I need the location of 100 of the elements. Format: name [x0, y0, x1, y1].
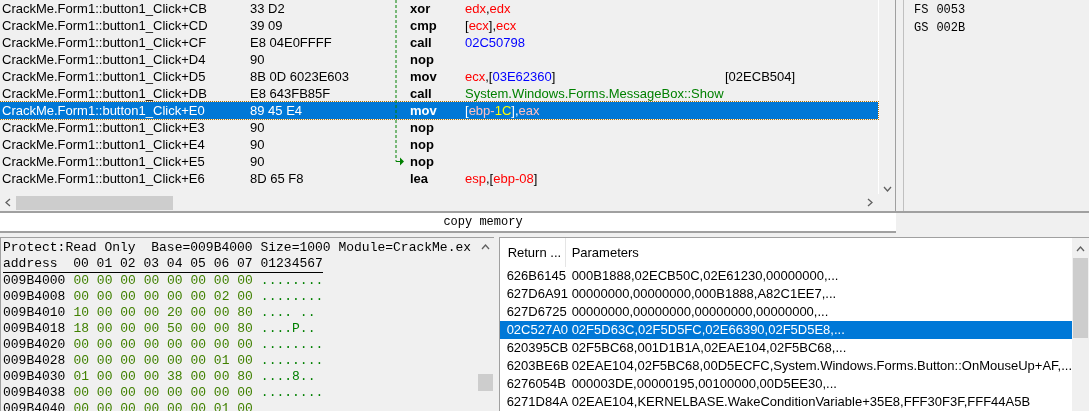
memory-ascii: ....8.. — [260, 369, 316, 385]
register-name: FS — [914, 2, 929, 19]
address-text: CrackMe.Form1::button1_Click+E5 — [1, 152, 206, 171]
memory-bytes: 00 00 00 00 00 00 02 00 — [73, 289, 253, 305]
mnemonic-text: nop — [410, 50, 435, 69]
chevron-right-icon[interactable] — [867, 198, 873, 207]
memory-bytes: 00 00 00 00 00 00 00 00 — [73, 337, 253, 353]
chevron-up-icon[interactable] — [480, 244, 490, 250]
address-text: CrackMe.Form1::button1_Click+D5 — [1, 67, 207, 86]
scrollbar-thumb[interactable] — [477, 374, 493, 391]
disassembly-row[interactable]: CrackMe.Form1::button1_Click+E5 90 nop — [0, 153, 878, 170]
mnemonic-text: mov — [410, 101, 438, 120]
memory-ascii: .... .. — [260, 305, 316, 321]
bytes-text: 33 D2 — [250, 0, 286, 18]
stack-row[interactable]: 6276054B 000003DE,00000195,00100000,00D5EE30,... — [499, 375, 1072, 393]
bytes-text: 90 — [250, 152, 266, 171]
register-value: 0053 — [936, 2, 966, 19]
return-address: 02C527A0 — [505, 321, 566, 340]
memory-bytes: 00 00 00 00 00 00 00 00 — [73, 273, 253, 289]
operands-text: [ebp-1C],eax — [465, 101, 541, 120]
memory-info: Protect:Read Only Base=009B4000 Size=1000 Module=CrackMe.ex — [3, 240, 473, 256]
memory-address: 009B4020 — [3, 337, 66, 353]
disassembly-row[interactable]: CrackMe.Form1::button1_Click+CB 33 D2 xor edx,edx — [0, 0, 878, 17]
memory-bytes: 10 00 00 00 20 00 00 80 — [73, 305, 253, 321]
stack-row[interactable]: 627D6A91 00000000,00000000,000B1888,A82C1EE7,... — [499, 285, 1072, 303]
operands-text: 02C50798 — [465, 33, 526, 52]
chevron-left-icon[interactable] — [5, 198, 11, 207]
address-text: CrackMe.Form1::button1_Click+E0 — [1, 101, 206, 120]
memory-ascii: ........ — [260, 385, 324, 401]
parameters-text: 00000000,00000000,000B1888,A82C1EE7,... — [570, 285, 837, 304]
address-text: CrackMe.Form1::button1_Click+E3 — [1, 118, 206, 137]
operands-text: edx,edx — [465, 0, 512, 18]
return-address: 6276054B — [505, 375, 566, 394]
memory-ascii: ........ — [260, 337, 324, 353]
disassembly-row[interactable]: CrackMe.Form1::button1_Click+E4 90 nop — [0, 136, 878, 153]
stack-row[interactable]: 6271D84A 02EAE104,KERNELBASE.WakeConditionVariable+35E8,FFF30F3F,FFF44A5B — [499, 393, 1072, 411]
scrollbar-thumb[interactable] — [1073, 258, 1088, 338]
memory-address: 009B4008 — [3, 289, 66, 305]
memory-ascii: ........ — [260, 289, 324, 305]
stack-row[interactable]: 6203BE6B 02EAE104,02F5BC68,00D5ECFC,System.Windows.Forms.Button::OnMouseUp+AF,... — [499, 357, 1072, 375]
memory-bytes: 01 00 00 00 38 00 00 80 — [73, 369, 253, 385]
stack-row[interactable]: 626B6145 000B1888,02ECB50C,02E61230,00000000,... — [499, 267, 1072, 285]
memory-ascii: ........ — [260, 353, 324, 369]
bytes-text: E8 643FB85F — [250, 84, 332, 103]
mnemonic-text: call — [410, 33, 433, 52]
scrollbar-thumb[interactable] — [16, 195, 173, 210]
memory-ascii: ........ — [260, 273, 324, 289]
disassembly-row[interactable]: CrackMe.Form1::button1_Click+CF E8 04E0FFFF call 02C50798 — [0, 34, 878, 51]
address-text: CrackMe.Form1::button1_Click+DB — [1, 84, 208, 103]
column-header[interactable]: Parameters — [565, 242, 639, 263]
stack-row[interactable]: 02C527A0 02F5D63C,02F5D5FC,02E66390,02F5D5E8,... — [499, 321, 1072, 339]
address-text: CrackMe.Form1::button1_Click+E6 — [1, 169, 206, 188]
stack-row[interactable]: 620395CB 02F5BC68,001D1B1A,02EAE104,02F5BC68,... — [499, 339, 1072, 357]
register-value: 002B — [936, 20, 966, 37]
mnemonic-text: mov — [410, 67, 438, 86]
memory-header: address 00 01 02 03 04 05 06 07 01234567 — [3, 256, 323, 273]
bytes-text: 8D 65 F8 — [250, 169, 305, 188]
parameters-text: 00000000,00000000,00000000,00000000,... — [570, 303, 829, 322]
chevron-down-icon[interactable] — [882, 186, 892, 192]
disassembly-row[interactable]: CrackMe.Form1::button1_Click+E6 8D 65 F8 lea esp,[ebp-08] — [0, 170, 878, 187]
vertical-scrollbar[interactable] — [878, 0, 895, 194]
memory-address: 009B4018 — [3, 321, 66, 337]
column-header[interactable]: Return ... — [499, 238, 566, 267]
memory-bytes: 18 00 00 00 50 00 00 80 — [73, 321, 253, 337]
stack-row[interactable]: 627D6725 00000000,00000000,00000000,00000000,... — [499, 303, 1072, 321]
parameters-text: 02F5D63C,02F5D5FC,02E66390,02F5D5E8,... — [570, 321, 845, 340]
vertical-scrollbar[interactable] — [1072, 238, 1089, 411]
bytes-text: 90 — [250, 118, 266, 137]
disassembly-row[interactable]: CrackMe.Form1::button1_Click+D4 90 nop — [0, 51, 878, 68]
address-text: CrackMe.Form1::button1_Click+CD — [1, 16, 209, 35]
disassembly-row[interactable]: CrackMe.Form1::button1_Click+E3 90 nop — [0, 119, 878, 136]
chevron-up-icon[interactable] — [1076, 246, 1085, 252]
memory-address: 009B4030 — [3, 369, 66, 385]
mnemonic-text: xor — [410, 0, 432, 18]
return-address: 6271D84A — [505, 393, 566, 411]
address-text: CrackMe.Form1::button1_Click+CB — [1, 0, 208, 18]
mnemonic-text: nop — [410, 135, 435, 154]
address-text: CrackMe.Form1::button1_Click+CF — [1, 33, 208, 52]
disassembly-row[interactable]: CrackMe.Form1::button1_Click+E0 89 45 E4 mov [ebp-1C],eax — [0, 102, 878, 119]
address-text: CrackMe.Form1::button1_Click+D4 — [1, 50, 207, 69]
bytes-text: 39 09 — [250, 16, 284, 35]
return-address: 627D6A91 — [505, 285, 566, 304]
return-address: 620395CB — [505, 339, 566, 358]
bytes-text: 8B 0D 6023E603 — [250, 67, 351, 86]
operands-text: System.Windows.Forms.MessageBox::Show — [465, 84, 725, 103]
return-address: 626B6145 — [505, 267, 566, 286]
memory-address: 009B4000 — [3, 273, 66, 289]
disassembly-row[interactable]: CrackMe.Form1::button1_Click+D5 8B 0D 6023E603 mov ecx,[03E62360] [02ECB504] — [0, 68, 878, 85]
mnemonic-text: nop — [410, 118, 435, 137]
mnemonic-text: cmp — [410, 16, 438, 35]
mnemonic-text: lea — [410, 169, 430, 188]
disassembly-row[interactable]: CrackMe.Form1::button1_Click+DB E8 643FB85F call System.Windows.Forms.MessageBox::Show — [0, 85, 878, 102]
bytes-text: 90 — [250, 135, 266, 154]
parameters-text: 02EAE104,KERNELBASE.WakeConditionVariable+35E8,FFF30F3F,FFF44A5B — [570, 393, 1031, 411]
memory-bytes: 00 00 00 00 00 00 00 00 — [73, 385, 253, 401]
copy-memory-bar[interactable]: copy memory — [0, 213, 896, 233]
memory-address: 009B4010 — [3, 305, 66, 321]
operands-text: [ecx],ecx — [465, 16, 518, 35]
disassembly-row[interactable]: CrackMe.Form1::button1_Click+CD 39 09 cmp [ecx],ecx — [0, 17, 878, 34]
memory-bytes: 00 00 00 00 00 00 01 00 — [73, 353, 253, 369]
